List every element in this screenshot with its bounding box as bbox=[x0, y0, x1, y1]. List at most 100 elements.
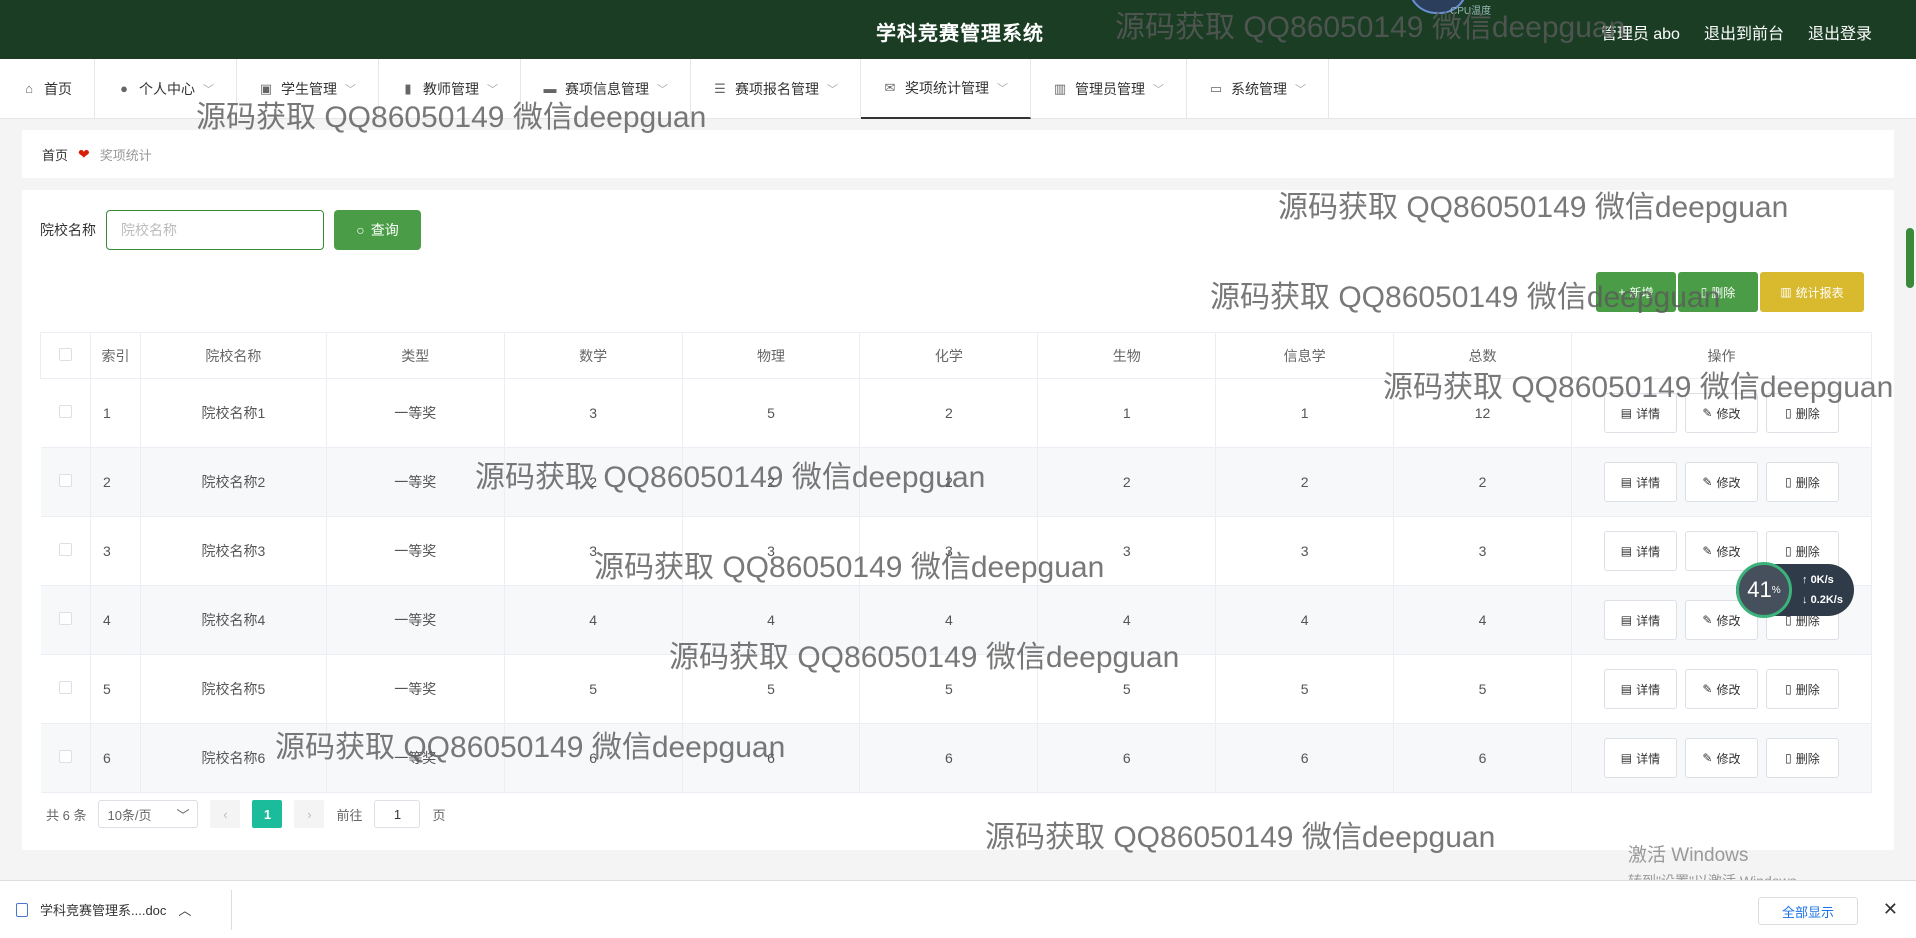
select-all-checkbox[interactable] bbox=[58, 347, 72, 361]
chevron-down-icon: ﹀ bbox=[1153, 84, 1164, 96]
pencil-icon: ✎ bbox=[1702, 751, 1713, 765]
chevron-down-icon: ﹀ bbox=[827, 84, 838, 96]
edit-button[interactable]: ✎ 修改 bbox=[1684, 531, 1758, 571]
table-cell: 6 bbox=[504, 723, 683, 793]
row-select-cell[interactable] bbox=[40, 585, 91, 655]
add-label: 新增 bbox=[1629, 285, 1654, 300]
scrollbar-thumb[interactable] bbox=[1906, 228, 1914, 288]
close-icon[interactable]: ✕ bbox=[1883, 899, 1898, 920]
school-name-input[interactable] bbox=[106, 210, 324, 250]
delete-button[interactable]: ▯ 删除 bbox=[1765, 669, 1839, 709]
col-header: 类型 bbox=[325, 332, 505, 379]
nav-home[interactable]: ⌂ 首页 bbox=[0, 59, 95, 119]
detail-button[interactable]: ▤ 详情 bbox=[1603, 738, 1677, 778]
detail-label: 详情 bbox=[1636, 544, 1661, 559]
table-cell: 一等奖 bbox=[326, 378, 505, 448]
nav-competition-info[interactable]: ▬ 赛项信息管理 ﹀ bbox=[521, 59, 691, 119]
page-size-select[interactable]: 10条/页 ﹀ bbox=[98, 800, 199, 828]
detail-button[interactable]: ▤ 详情 bbox=[1603, 393, 1677, 433]
chevron-down-icon: ﹀ bbox=[657, 84, 668, 96]
table-cell: 4 bbox=[504, 585, 683, 655]
table-row[interactable]: 3 院校名称3 一等奖 3 3 3 3 3 3 ▤ 详情 ✎ 修改 ▯ 删除 bbox=[40, 516, 1873, 586]
table-row[interactable]: 1 院校名称1 一等奖 3 5 2 1 1 12 ▤ 详情 ✎ 修改 ▯ 删除 bbox=[40, 378, 1873, 448]
next-page-button[interactable]: › bbox=[294, 800, 325, 828]
row-select-cell[interactable] bbox=[40, 378, 91, 448]
to-frontend-link[interactable]: 退出到前台 bbox=[1704, 20, 1784, 44]
delete-button[interactable]: ▯ 删除 bbox=[1765, 393, 1839, 433]
row-select-cell[interactable] bbox=[40, 723, 91, 793]
detail-button[interactable]: ▤ 详情 bbox=[1603, 669, 1677, 709]
detail-button[interactable]: ▤ 详情 bbox=[1603, 531, 1677, 571]
nav-teachers[interactable]: ▮ 教师管理 ﹀ bbox=[379, 59, 521, 119]
query-button[interactable]: ○ 查询 bbox=[334, 210, 421, 250]
list-icon: ☰ bbox=[714, 81, 726, 96]
table-header-row: 索引 院校名称 类型 数学 物理 化学 生物 信息学 总数 操作 bbox=[40, 332, 1873, 379]
detail-button[interactable]: ▤ 详情 bbox=[1603, 462, 1677, 502]
nav-personal[interactable]: ● 个人中心 ﹀ bbox=[95, 59, 237, 119]
nav-award-stats[interactable]: ✉ 奖项统计管理 ﹀ bbox=[861, 59, 1031, 119]
upload-speed: ↑ 0K/s bbox=[1802, 574, 1834, 586]
goto-page-input[interactable]: 1 bbox=[374, 800, 421, 828]
row-select-cell[interactable] bbox=[40, 447, 91, 517]
download-speed: ↓ 0.2K/s bbox=[1802, 594, 1843, 606]
student-icon: ▣ bbox=[259, 81, 273, 96]
row-checkbox[interactable] bbox=[58, 612, 72, 625]
network-speed-widget[interactable]: 41% ↑ 0K/s ↓ 0.2K/s bbox=[1736, 562, 1854, 618]
table-cell: 4 bbox=[682, 585, 861, 655]
nav-registration[interactable]: ☰ 赛项报名管理 ﹀ bbox=[691, 59, 861, 119]
logout-link[interactable]: 退出登录 bbox=[1808, 20, 1872, 44]
page-size-value: 10条/页 bbox=[107, 807, 152, 823]
table-cell: 一等奖 bbox=[326, 585, 505, 655]
edit-label: 修改 bbox=[1716, 544, 1741, 559]
add-button[interactable]: + 新增 bbox=[1596, 272, 1676, 312]
batch-delete-button[interactable]: ▯ 删除 bbox=[1678, 272, 1758, 312]
table-row[interactable]: 5 院校名称5 一等奖 5 5 5 5 5 5 ▤ 详情 ✎ 修改 ▯ 删除 bbox=[40, 654, 1873, 724]
row-checkbox[interactable] bbox=[58, 474, 72, 487]
table-cell: 5 bbox=[1215, 654, 1395, 724]
trash-icon: ▯ bbox=[1700, 285, 1708, 299]
table-cell: 2 bbox=[859, 378, 1039, 448]
col-header: 物理 bbox=[681, 332, 861, 379]
row-checkbox[interactable] bbox=[58, 405, 72, 418]
delete-button[interactable]: ▯ 删除 bbox=[1765, 738, 1839, 778]
row-checkbox[interactable] bbox=[58, 750, 72, 763]
table-cell: 6 bbox=[1393, 723, 1572, 793]
page-number[interactable]: 1 bbox=[252, 800, 283, 828]
table-row[interactable]: 4 院校名称4 一等奖 4 4 4 4 4 4 ▤ 详情 ✎ 修改 ▯ 删除 bbox=[40, 585, 1873, 655]
chart-icon: ▥ bbox=[1780, 285, 1792, 299]
edit-label: 修改 bbox=[1716, 406, 1741, 421]
row-checkbox[interactable] bbox=[58, 543, 72, 556]
operations-cell: ▤ 详情 ✎ 修改 ▯ 删除 bbox=[1571, 654, 1873, 724]
download-item[interactable]: 学科竞赛管理系....doc ︿ bbox=[16, 889, 232, 930]
breadcrumb-home[interactable]: 首页 bbox=[42, 145, 68, 164]
edit-button[interactable]: ✎ 修改 bbox=[1684, 462, 1758, 502]
edit-button[interactable]: ✎ 修改 bbox=[1684, 738, 1758, 778]
row-select-cell[interactable] bbox=[40, 654, 91, 724]
detail-button[interactable]: ▤ 详情 bbox=[1603, 600, 1677, 640]
nav-system[interactable]: ▭ 系统管理 ﹀ bbox=[1187, 59, 1329, 119]
home-icon: ⌂ bbox=[25, 81, 33, 96]
detail-label: 详情 bbox=[1636, 406, 1661, 421]
nav-students[interactable]: ▣ 学生管理 ﹀ bbox=[237, 59, 379, 119]
download-speed-value: 0.2K/s bbox=[1810, 594, 1843, 606]
table-row[interactable]: 2 院校名称2 一等奖 2 2 2 2 2 2 ▤ 详情 ✎ 修改 ▯ 删除 bbox=[40, 447, 1873, 517]
nav-admins[interactable]: ▥ 管理员管理 ﹀ bbox=[1031, 59, 1187, 119]
edit-button[interactable]: ✎ 修改 bbox=[1684, 393, 1758, 433]
table-cell: 5 bbox=[1393, 654, 1572, 724]
table-row[interactable]: 6 院校名称6 一等奖 6 6 6 6 6 6 ▤ 详情 ✎ 修改 ▯ 删除 bbox=[40, 723, 1873, 793]
chevron-down-icon: ﹀ bbox=[345, 84, 356, 96]
table-cell: 院校名称5 bbox=[140, 654, 327, 724]
operations-cell: ▤ 详情 ✎ 修改 ▯ 删除 bbox=[1571, 447, 1873, 517]
show-all-button[interactable]: 全部显示 bbox=[1758, 897, 1858, 925]
table-cell: 1 bbox=[1215, 378, 1395, 448]
select-all-cell[interactable] bbox=[40, 332, 91, 379]
chevron-up-icon[interactable]: ︿ bbox=[178, 900, 191, 919]
edit-button[interactable]: ✎ 修改 bbox=[1684, 669, 1758, 709]
row-checkbox[interactable] bbox=[58, 681, 72, 694]
breadcrumb-current: 奖项统计 bbox=[99, 147, 152, 163]
delete-button[interactable]: ▯ 删除 bbox=[1765, 462, 1839, 502]
col-header: 生物 bbox=[1037, 332, 1217, 379]
prev-page-button[interactable]: ‹ bbox=[210, 800, 241, 828]
report-button[interactable]: ▥ 统计报表 bbox=[1760, 272, 1864, 312]
row-select-cell[interactable] bbox=[40, 516, 91, 586]
